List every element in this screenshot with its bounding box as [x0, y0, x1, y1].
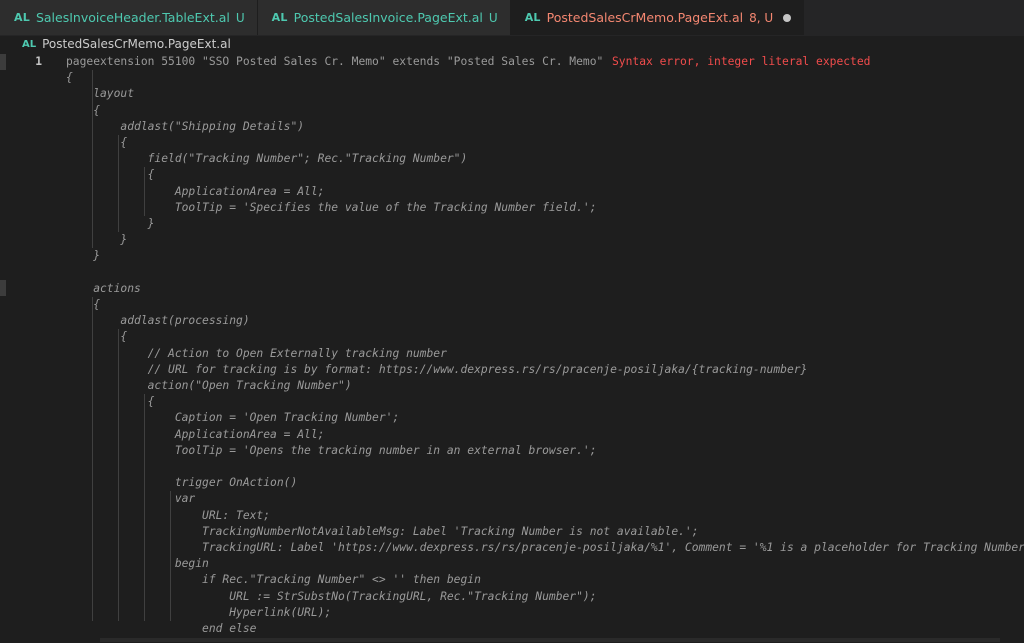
code-line: trigger OnAction(): [0, 475, 1024, 491]
code-line: {: [0, 103, 1024, 119]
code-line: end else: [0, 621, 1024, 637]
code-text: {: [66, 298, 101, 311]
code-line: }: [0, 232, 1024, 248]
code-text: if Rec."Tracking Number" <> '' then begi…: [66, 573, 481, 587]
code-line: URL: Text;: [0, 508, 1024, 524]
code-text: {: [66, 395, 155, 409]
code-line: }: [0, 248, 1024, 264]
code-line: {: [0, 329, 1024, 345]
code-text: begin: [66, 557, 209, 571]
code-text: TrackingURL: Label 'https://www.dexpress…: [66, 541, 1024, 554]
tab-status-badge: U: [235, 10, 245, 25]
code-line: ApplicationArea = All;: [0, 184, 1024, 200]
code-line: layout: [0, 86, 1024, 102]
code-text: ToolTip = 'Opens the tracking number in …: [66, 443, 597, 457]
code-text: // Action to Open Externally tracking nu…: [66, 346, 447, 360]
code-text: end else: [66, 622, 257, 635]
code-text: ApplicationArea = All;: [66, 184, 325, 198]
code-text: pageextension 55100 "SSO Posted Sales Cr…: [66, 55, 604, 68]
code-line: 1 pageextension 55100 "SSO Posted Sales C…: [0, 54, 1024, 70]
code-text: addlast(processing): [66, 314, 250, 328]
code-line: var: [0, 491, 1024, 507]
code-line: // URL for tracking is by format: https:…: [0, 362, 1024, 378]
code-text: Hyperlink(URL);: [66, 605, 332, 619]
code-line: addlast("Shipping Details"): [0, 119, 1024, 135]
al-file-icon: AL: [524, 11, 541, 24]
tab-bar: AL SalesInvoiceHeader.TableExt.al U AL P…: [0, 0, 1024, 36]
tab-title: PostedSalesInvoice.PageExt.al: [293, 10, 483, 25]
code-editor[interactable]: 1 pageextension 55100 "SSO Posted Sales C…: [0, 54, 1024, 643]
code-text: }: [66, 233, 128, 247]
code-text: actions: [66, 281, 141, 295]
unsaved-dot-icon[interactable]: [783, 13, 792, 22]
code-line: {: [0, 70, 1024, 86]
code-line: {: [0, 167, 1024, 183]
code-line: // Action to Open Externally tracking nu…: [0, 346, 1024, 362]
code-line: Caption = 'Open Tracking Number';: [0, 410, 1024, 426]
code-text: action("Open Tracking Number"): [66, 379, 352, 392]
code-line: TrackingURL: Label 'https://www.dexpress…: [0, 540, 1024, 556]
code-text: URL := StrSubstNo(TrackingURL, Rec."Trac…: [66, 589, 597, 603]
code-line: {: [0, 135, 1024, 151]
code-line: actions: [0, 281, 1024, 297]
line-number: 1: [35, 55, 42, 68]
tab-postedsalescrmemo[interactable]: AL PostedSalesCrMemo.PageExt.al 8, U: [510, 0, 805, 35]
diagnostic-message: Syntax error, integer literal expected: [612, 55, 871, 68]
tab-title: PostedSalesCrMemo.PageExt.al: [546, 10, 744, 25]
al-file-icon: AL: [271, 11, 288, 24]
code-line: field("Tracking Number"; Rec."Tracking N…: [0, 151, 1024, 167]
code-line: TrackingNumberNotAvailableMsg: Label 'Tr…: [0, 524, 1024, 540]
code-line: {: [0, 297, 1024, 313]
tab-status-badge: U: [488, 10, 498, 25]
code-text: }: [66, 249, 101, 263]
code-text: ApplicationArea = All;: [66, 427, 325, 441]
code-line: ToolTip = 'Specifies the value of the Tr…: [0, 200, 1024, 216]
breadcrumb: AL PostedSalesCrMemo.PageExt.al: [0, 35, 1024, 53]
code-line: action("Open Tracking Number"): [0, 378, 1024, 394]
code-text: addlast("Shipping Details"): [66, 119, 305, 133]
code-text: {: [66, 168, 155, 182]
code-text: {: [66, 136, 128, 149]
code-line: Hyperlink(URL);: [0, 605, 1024, 621]
code-line: begin: [0, 556, 1024, 572]
code-text: Caption = 'Open Tracking Number';: [66, 411, 400, 425]
code-text: field("Tracking Number"; Rec."Tracking N…: [66, 152, 468, 166]
code-text: }: [66, 217, 155, 230]
code-text: TrackingNumberNotAvailableMsg: Label 'Tr…: [66, 524, 699, 538]
code-line: {: [0, 394, 1024, 410]
code-text: {: [66, 103, 101, 117]
code-line: ApplicationArea = All;: [0, 427, 1024, 443]
tab-status-badge: 8, U: [749, 10, 774, 25]
code-text: trigger OnAction(): [66, 476, 298, 490]
code-text: {: [66, 71, 73, 85]
code-text: ToolTip = 'Specifies the value of the Tr…: [66, 200, 597, 214]
horizontal-scrollbar[interactable]: [0, 636, 1024, 643]
code-text: var: [66, 492, 196, 506]
code-line: if Rec."Tracking Number" <> '' then begi…: [0, 572, 1024, 588]
al-file-icon: AL: [14, 11, 30, 24]
code-text: URL: Text;: [66, 508, 271, 522]
code-text: layout: [66, 87, 135, 101]
code-line: ToolTip = 'Opens the tracking number in …: [0, 443, 1024, 459]
code-line: URL := StrSubstNo(TrackingURL, Rec."Trac…: [0, 589, 1024, 605]
al-file-icon: AL: [22, 38, 37, 50]
tab-title: SalesInvoiceHeader.TableExt.al: [35, 10, 230, 25]
breadcrumb-file[interactable]: PostedSalesCrMemo.PageExt.al: [42, 37, 231, 51]
code-text: // URL for tracking is by format: https:…: [66, 362, 808, 376]
code-line: addlast(processing): [0, 313, 1024, 329]
tab-postedsalesinvoice[interactable]: AL PostedSalesInvoice.PageExt.al U: [257, 0, 511, 35]
scrollbar-thumb[interactable]: [100, 638, 1000, 642]
tab-salesinvoiceheader[interactable]: AL SalesInvoiceHeader.TableExt.al U: [0, 0, 258, 35]
code-line: }: [0, 216, 1024, 232]
code-text: {: [66, 330, 128, 344]
